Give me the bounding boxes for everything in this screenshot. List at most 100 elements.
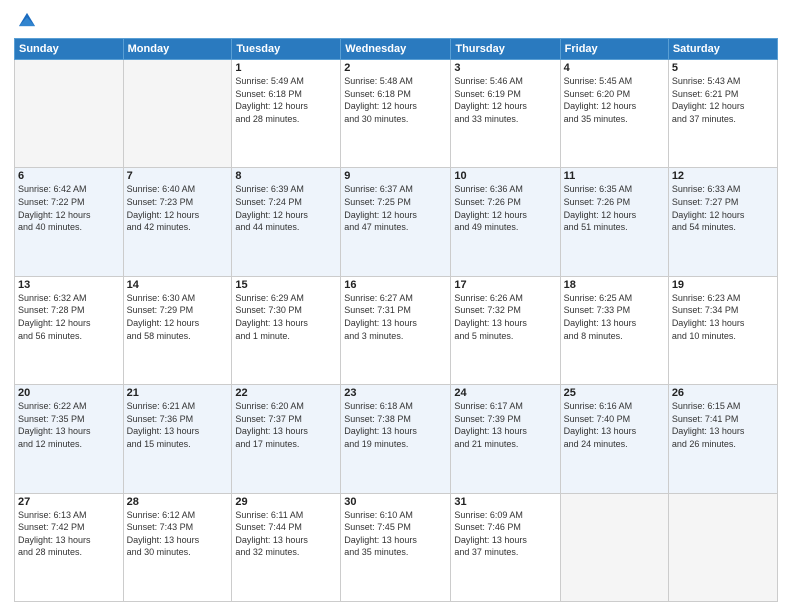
header — [14, 10, 778, 32]
day-info: Sunrise: 5:46 AM Sunset: 6:19 PM Dayligh… — [454, 75, 556, 125]
day-number: 30 — [344, 496, 447, 508]
calendar-cell[interactable]: 29Sunrise: 6:11 AM Sunset: 7:44 PM Dayli… — [232, 493, 341, 601]
day-info: Sunrise: 6:32 AM Sunset: 7:28 PM Dayligh… — [18, 292, 120, 342]
day-info: Sunrise: 6:20 AM Sunset: 7:37 PM Dayligh… — [235, 400, 337, 450]
day-number: 4 — [564, 62, 665, 74]
day-info: Sunrise: 6:16 AM Sunset: 7:40 PM Dayligh… — [564, 400, 665, 450]
logo-icon — [16, 10, 38, 32]
day-info: Sunrise: 6:11 AM Sunset: 7:44 PM Dayligh… — [235, 509, 337, 559]
day-info: Sunrise: 6:39 AM Sunset: 7:24 PM Dayligh… — [235, 183, 337, 233]
day-info: Sunrise: 5:49 AM Sunset: 6:18 PM Dayligh… — [235, 75, 337, 125]
day-number: 25 — [564, 387, 665, 399]
day-number: 5 — [672, 62, 774, 74]
calendar-cell[interactable]: 22Sunrise: 6:20 AM Sunset: 7:37 PM Dayli… — [232, 385, 341, 493]
calendar-cell[interactable]: 3Sunrise: 5:46 AM Sunset: 6:19 PM Daylig… — [451, 60, 560, 168]
calendar-cell[interactable]: 18Sunrise: 6:25 AM Sunset: 7:33 PM Dayli… — [560, 276, 668, 384]
calendar-cell[interactable]: 26Sunrise: 6:15 AM Sunset: 7:41 PM Dayli… — [668, 385, 777, 493]
calendar-cell[interactable]: 7Sunrise: 6:40 AM Sunset: 7:23 PM Daylig… — [123, 168, 232, 276]
day-number: 27 — [18, 496, 120, 508]
day-number: 20 — [18, 387, 120, 399]
calendar-cell[interactable]: 1Sunrise: 5:49 AM Sunset: 6:18 PM Daylig… — [232, 60, 341, 168]
calendar-cell[interactable]: 15Sunrise: 6:29 AM Sunset: 7:30 PM Dayli… — [232, 276, 341, 384]
calendar-dow-friday: Friday — [560, 39, 668, 60]
calendar-cell[interactable]: 10Sunrise: 6:36 AM Sunset: 7:26 PM Dayli… — [451, 168, 560, 276]
day-info: Sunrise: 6:17 AM Sunset: 7:39 PM Dayligh… — [454, 400, 556, 450]
day-info: Sunrise: 6:42 AM Sunset: 7:22 PM Dayligh… — [18, 183, 120, 233]
calendar-cell[interactable]: 16Sunrise: 6:27 AM Sunset: 7:31 PM Dayli… — [341, 276, 451, 384]
day-number: 15 — [235, 279, 337, 291]
calendar-dow-wednesday: Wednesday — [341, 39, 451, 60]
day-info: Sunrise: 6:13 AM Sunset: 7:42 PM Dayligh… — [18, 509, 120, 559]
day-info: Sunrise: 6:15 AM Sunset: 7:41 PM Dayligh… — [672, 400, 774, 450]
day-info: Sunrise: 6:18 AM Sunset: 7:38 PM Dayligh… — [344, 400, 447, 450]
calendar-cell[interactable]: 20Sunrise: 6:22 AM Sunset: 7:35 PM Dayli… — [15, 385, 124, 493]
calendar-cell — [123, 60, 232, 168]
calendar-dow-thursday: Thursday — [451, 39, 560, 60]
day-number: 13 — [18, 279, 120, 291]
day-number: 1 — [235, 62, 337, 74]
day-number: 11 — [564, 170, 665, 182]
calendar-cell[interactable]: 8Sunrise: 6:39 AM Sunset: 7:24 PM Daylig… — [232, 168, 341, 276]
day-info: Sunrise: 6:22 AM Sunset: 7:35 PM Dayligh… — [18, 400, 120, 450]
calendar-cell[interactable]: 23Sunrise: 6:18 AM Sunset: 7:38 PM Dayli… — [341, 385, 451, 493]
day-info: Sunrise: 6:29 AM Sunset: 7:30 PM Dayligh… — [235, 292, 337, 342]
calendar-cell — [15, 60, 124, 168]
calendar-cell[interactable]: 6Sunrise: 6:42 AM Sunset: 7:22 PM Daylig… — [15, 168, 124, 276]
day-number: 24 — [454, 387, 556, 399]
day-number: 16 — [344, 279, 447, 291]
day-number: 23 — [344, 387, 447, 399]
calendar-cell[interactable]: 17Sunrise: 6:26 AM Sunset: 7:32 PM Dayli… — [451, 276, 560, 384]
logo — [14, 10, 40, 32]
calendar-dow-tuesday: Tuesday — [232, 39, 341, 60]
calendar-cell — [668, 493, 777, 601]
calendar-dow-sunday: Sunday — [15, 39, 124, 60]
calendar-cell[interactable]: 19Sunrise: 6:23 AM Sunset: 7:34 PM Dayli… — [668, 276, 777, 384]
day-number: 9 — [344, 170, 447, 182]
calendar-cell[interactable]: 28Sunrise: 6:12 AM Sunset: 7:43 PM Dayli… — [123, 493, 232, 601]
calendar-dow-monday: Monday — [123, 39, 232, 60]
day-info: Sunrise: 6:10 AM Sunset: 7:45 PM Dayligh… — [344, 509, 447, 559]
calendar-cell[interactable]: 5Sunrise: 5:43 AM Sunset: 6:21 PM Daylig… — [668, 60, 777, 168]
calendar-cell[interactable]: 31Sunrise: 6:09 AM Sunset: 7:46 PM Dayli… — [451, 493, 560, 601]
day-number: 14 — [127, 279, 229, 291]
day-info: Sunrise: 6:33 AM Sunset: 7:27 PM Dayligh… — [672, 183, 774, 233]
day-info: Sunrise: 5:45 AM Sunset: 6:20 PM Dayligh… — [564, 75, 665, 125]
calendar-cell[interactable]: 14Sunrise: 6:30 AM Sunset: 7:29 PM Dayli… — [123, 276, 232, 384]
day-info: Sunrise: 6:09 AM Sunset: 7:46 PM Dayligh… — [454, 509, 556, 559]
day-info: Sunrise: 6:30 AM Sunset: 7:29 PM Dayligh… — [127, 292, 229, 342]
day-number: 8 — [235, 170, 337, 182]
day-number: 10 — [454, 170, 556, 182]
calendar-cell[interactable]: 13Sunrise: 6:32 AM Sunset: 7:28 PM Dayli… — [15, 276, 124, 384]
calendar-cell — [560, 493, 668, 601]
calendar-cell[interactable]: 9Sunrise: 6:37 AM Sunset: 7:25 PM Daylig… — [341, 168, 451, 276]
calendar-cell[interactable]: 4Sunrise: 5:45 AM Sunset: 6:20 PM Daylig… — [560, 60, 668, 168]
calendar-cell[interactable]: 30Sunrise: 6:10 AM Sunset: 7:45 PM Dayli… — [341, 493, 451, 601]
day-info: Sunrise: 6:36 AM Sunset: 7:26 PM Dayligh… — [454, 183, 556, 233]
day-info: Sunrise: 6:23 AM Sunset: 7:34 PM Dayligh… — [672, 292, 774, 342]
calendar-cell[interactable]: 27Sunrise: 6:13 AM Sunset: 7:42 PM Dayli… — [15, 493, 124, 601]
day-number: 6 — [18, 170, 120, 182]
day-number: 7 — [127, 170, 229, 182]
day-number: 22 — [235, 387, 337, 399]
calendar-cell[interactable]: 21Sunrise: 6:21 AM Sunset: 7:36 PM Dayli… — [123, 385, 232, 493]
calendar-cell[interactable]: 25Sunrise: 6:16 AM Sunset: 7:40 PM Dayli… — [560, 385, 668, 493]
day-info: Sunrise: 5:48 AM Sunset: 6:18 PM Dayligh… — [344, 75, 447, 125]
day-info: Sunrise: 6:21 AM Sunset: 7:36 PM Dayligh… — [127, 400, 229, 450]
day-number: 28 — [127, 496, 229, 508]
calendar-week-row: 27Sunrise: 6:13 AM Sunset: 7:42 PM Dayli… — [15, 493, 778, 601]
calendar-cell[interactable]: 11Sunrise: 6:35 AM Sunset: 7:26 PM Dayli… — [560, 168, 668, 276]
day-info: Sunrise: 6:37 AM Sunset: 7:25 PM Dayligh… — [344, 183, 447, 233]
day-info: Sunrise: 6:26 AM Sunset: 7:32 PM Dayligh… — [454, 292, 556, 342]
day-number: 2 — [344, 62, 447, 74]
calendar-cell[interactable]: 2Sunrise: 5:48 AM Sunset: 6:18 PM Daylig… — [341, 60, 451, 168]
calendar-table: SundayMondayTuesdayWednesdayThursdayFrid… — [14, 38, 778, 602]
day-number: 17 — [454, 279, 556, 291]
page: SundayMondayTuesdayWednesdayThursdayFrid… — [0, 0, 792, 612]
day-info: Sunrise: 5:43 AM Sunset: 6:21 PM Dayligh… — [672, 75, 774, 125]
day-info: Sunrise: 6:25 AM Sunset: 7:33 PM Dayligh… — [564, 292, 665, 342]
day-number: 18 — [564, 279, 665, 291]
day-number: 12 — [672, 170, 774, 182]
calendar-cell[interactable]: 12Sunrise: 6:33 AM Sunset: 7:27 PM Dayli… — [668, 168, 777, 276]
calendar-cell[interactable]: 24Sunrise: 6:17 AM Sunset: 7:39 PM Dayli… — [451, 385, 560, 493]
calendar-week-row: 6Sunrise: 6:42 AM Sunset: 7:22 PM Daylig… — [15, 168, 778, 276]
